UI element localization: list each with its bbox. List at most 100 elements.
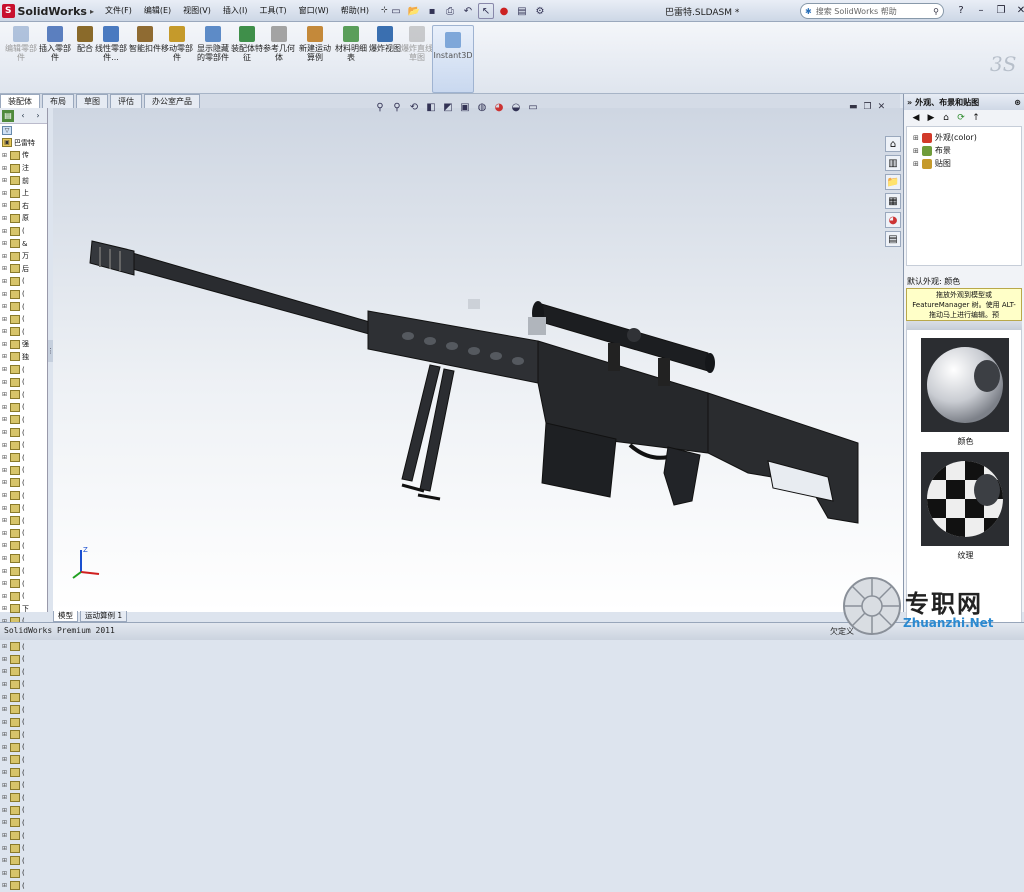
appearance-tree-item-scene[interactable]: ⊞ 布景 bbox=[907, 144, 1021, 157]
help-question-icon[interactable]: ? bbox=[952, 2, 970, 18]
tree-row[interactable]: ⊞( bbox=[0, 716, 47, 729]
expand-plus-icon[interactable]: ⊞ bbox=[2, 429, 8, 436]
expand-plus-icon[interactable]: ⊞ bbox=[2, 278, 8, 285]
pane-divider[interactable] bbox=[906, 321, 1022, 329]
ribbon-button-8[interactable]: 参考几何体 bbox=[260, 26, 298, 88]
tree-row[interactable]: ⊞( bbox=[0, 729, 47, 742]
expand-plus-icon[interactable]: ⊞ bbox=[2, 404, 8, 411]
search-icon[interactable]: ⚲ bbox=[933, 7, 939, 16]
appearance-tree-item-decal[interactable]: ⊞ 贴图 bbox=[907, 157, 1021, 170]
expand-plus-icon[interactable]: ⊞ bbox=[2, 568, 8, 575]
tree-row[interactable]: ⊞ 强 bbox=[0, 338, 47, 351]
tree-row[interactable]: ⊞( bbox=[0, 225, 47, 238]
tree-row[interactable]: ⊞( bbox=[0, 779, 47, 792]
expand-plus-icon[interactable]: ⊞ bbox=[2, 744, 8, 751]
expand-plus-icon[interactable]: ⊞ bbox=[2, 832, 8, 839]
menu-file[interactable]: 文件(F) bbox=[100, 4, 137, 17]
expand-plus-icon[interactable]: ⊞ bbox=[2, 694, 8, 701]
tree-row[interactable]: ⊞( bbox=[0, 388, 47, 401]
rifle-3d-model[interactable] bbox=[68, 233, 888, 613]
tree-row[interactable]: ⊞( bbox=[0, 854, 47, 867]
file-properties-icon[interactable]: ▤ bbox=[514, 3, 530, 19]
zoom-area-icon[interactable]: ⚲ bbox=[390, 100, 404, 114]
tree-row[interactable]: ⊞( bbox=[0, 804, 47, 817]
instant3d-button[interactable]: Instant3D bbox=[432, 25, 474, 93]
zoom-to-fit-icon[interactable]: ⚲ bbox=[373, 100, 387, 114]
expand-plus-icon[interactable]: ⊞ bbox=[2, 303, 8, 310]
tree-row[interactable]: ⊞( bbox=[0, 477, 47, 490]
search-input[interactable]: 搜索 SolidWorks 帮助 bbox=[816, 6, 897, 17]
home-icon[interactable]: ⌂ bbox=[940, 112, 952, 124]
graphics-viewport[interactable]: ⚲ ⚲ ⟲ ◧ ◩ ▣ ◍ ◕ ◒ ▭ ▬ ❐ ✕ ⌂ ▥ 📁 ▦ ◕ ▤ Z bbox=[53, 102, 903, 613]
tree-row[interactable]: ⊞( bbox=[0, 514, 47, 527]
tree-row[interactable]: ⊞ 前 bbox=[0, 174, 47, 187]
expand-plus-icon[interactable]: ⊞ bbox=[2, 731, 8, 738]
tab-layout[interactable]: 布局 bbox=[42, 94, 74, 108]
filter-row[interactable]: ▽ bbox=[0, 124, 47, 137]
tree-row[interactable]: ⊞ 万 bbox=[0, 250, 47, 263]
expand-plus-icon[interactable]: ⊞ bbox=[2, 517, 8, 524]
tree-row[interactable]: ⊞ 原 bbox=[0, 212, 47, 225]
expand-plus-icon[interactable]: ⊞ bbox=[2, 681, 8, 688]
expand-plus-icon[interactable]: ⊞ bbox=[2, 454, 8, 461]
expand-plus-icon[interactable]: ⊞ bbox=[2, 845, 8, 852]
ribbon-button-9[interactable]: 新建运动算例 bbox=[296, 26, 334, 88]
tree-row[interactable]: ⊞( bbox=[0, 288, 47, 301]
apply-scene-icon[interactable]: ◒ bbox=[509, 100, 523, 114]
color-sphere-swatch[interactable] bbox=[921, 338, 1009, 432]
tab-model[interactable]: 模型 bbox=[53, 611, 78, 622]
ribbon-button-3[interactable]: 线性零部件... bbox=[92, 26, 130, 88]
up-arrow-icon[interactable]: ↑ bbox=[970, 112, 982, 124]
tree-row[interactable]: ⊞( bbox=[0, 300, 47, 313]
expand-plus-icon[interactable]: ⊞ bbox=[2, 240, 8, 247]
expand-plus-icon[interactable]: ⊞ bbox=[2, 882, 8, 889]
rebuild-icon[interactable]: ● bbox=[496, 3, 512, 19]
chevron-right-icon[interactable]: › bbox=[32, 110, 44, 122]
new-document-icon[interactable]: ▭ bbox=[388, 3, 404, 19]
expand-plus-icon[interactable]: ⊞ bbox=[2, 391, 8, 398]
expand-plus-icon[interactable]: ⊞ bbox=[2, 353, 8, 360]
select-arrow-icon[interactable]: ↖ bbox=[478, 3, 494, 19]
expand-plus-icon[interactable]: ⊞ bbox=[2, 467, 8, 474]
expand-plus-icon[interactable]: ⊞ bbox=[2, 291, 8, 298]
expand-plus-icon[interactable]: ⊞ bbox=[2, 794, 8, 801]
tree-row[interactable]: ⊞( bbox=[0, 275, 47, 288]
menu-edit[interactable]: 编辑(E) bbox=[139, 4, 176, 17]
tree-row[interactable]: ⊞( bbox=[0, 590, 47, 603]
expand-plus-icon[interactable]: ⊞ bbox=[2, 228, 8, 235]
save-icon[interactable]: ▪ bbox=[424, 3, 440, 19]
viewport-minimize-icon[interactable]: ▬ bbox=[849, 102, 858, 112]
tree-row[interactable]: ⊞( bbox=[0, 741, 47, 754]
tree-row[interactable]: ⊞( bbox=[0, 414, 47, 427]
expand-plus-icon[interactable]: ⊞ bbox=[2, 152, 8, 159]
edit-appearance-icon[interactable]: ◕ bbox=[492, 100, 506, 114]
tab-evaluate[interactable]: 评估 bbox=[110, 94, 142, 108]
tree-row[interactable]: ⊞( bbox=[0, 464, 47, 477]
hide-show-icon[interactable]: ◍ bbox=[475, 100, 489, 114]
tree-row[interactable]: ⊞( bbox=[0, 426, 47, 439]
expand-plus-icon[interactable]: ⊞ bbox=[2, 265, 8, 272]
tree-row[interactable]: ⊞ 后 bbox=[0, 263, 47, 276]
expand-plus-icon[interactable]: ⊞ bbox=[2, 341, 8, 348]
tab-motion-study[interactable]: 运动算例 1 bbox=[80, 611, 128, 622]
tree-row[interactable]: ⊞ 上 bbox=[0, 187, 47, 200]
refresh-icon[interactable]: ⟳ bbox=[955, 112, 967, 124]
expand-plus-icon[interactable]: ⊞ bbox=[2, 782, 8, 789]
tree-row[interactable]: ⊞( bbox=[0, 691, 47, 704]
expand-plus-icon[interactable]: ⊞ bbox=[2, 593, 8, 600]
tree-row[interactable]: ⊞( bbox=[0, 401, 47, 414]
tree-row[interactable]: ⊞( bbox=[0, 640, 47, 653]
expand-plus-icon[interactable]: ⊞ bbox=[2, 542, 8, 549]
pin-icon[interactable]: ⊛ bbox=[1014, 98, 1024, 107]
texture-sphere-swatch[interactable] bbox=[921, 452, 1009, 546]
tree-row[interactable]: ⊞( bbox=[0, 451, 47, 464]
expand-plus-icon[interactable]: ⊞ bbox=[2, 379, 8, 386]
expand-plus-icon[interactable]: ⊞ bbox=[2, 328, 8, 335]
undo-icon[interactable]: ↶ bbox=[460, 3, 476, 19]
expand-plus-icon[interactable]: ⊞ bbox=[913, 147, 919, 155]
tree-row[interactable]: ⊞( bbox=[0, 565, 47, 578]
expand-plus-icon[interactable]: ⊞ bbox=[2, 177, 8, 184]
tree-row[interactable]: ⊞( bbox=[0, 842, 47, 855]
forward-icon[interactable]: ▶ bbox=[925, 112, 937, 124]
app-logo[interactable]: S SolidWorks ▸ bbox=[2, 2, 94, 20]
